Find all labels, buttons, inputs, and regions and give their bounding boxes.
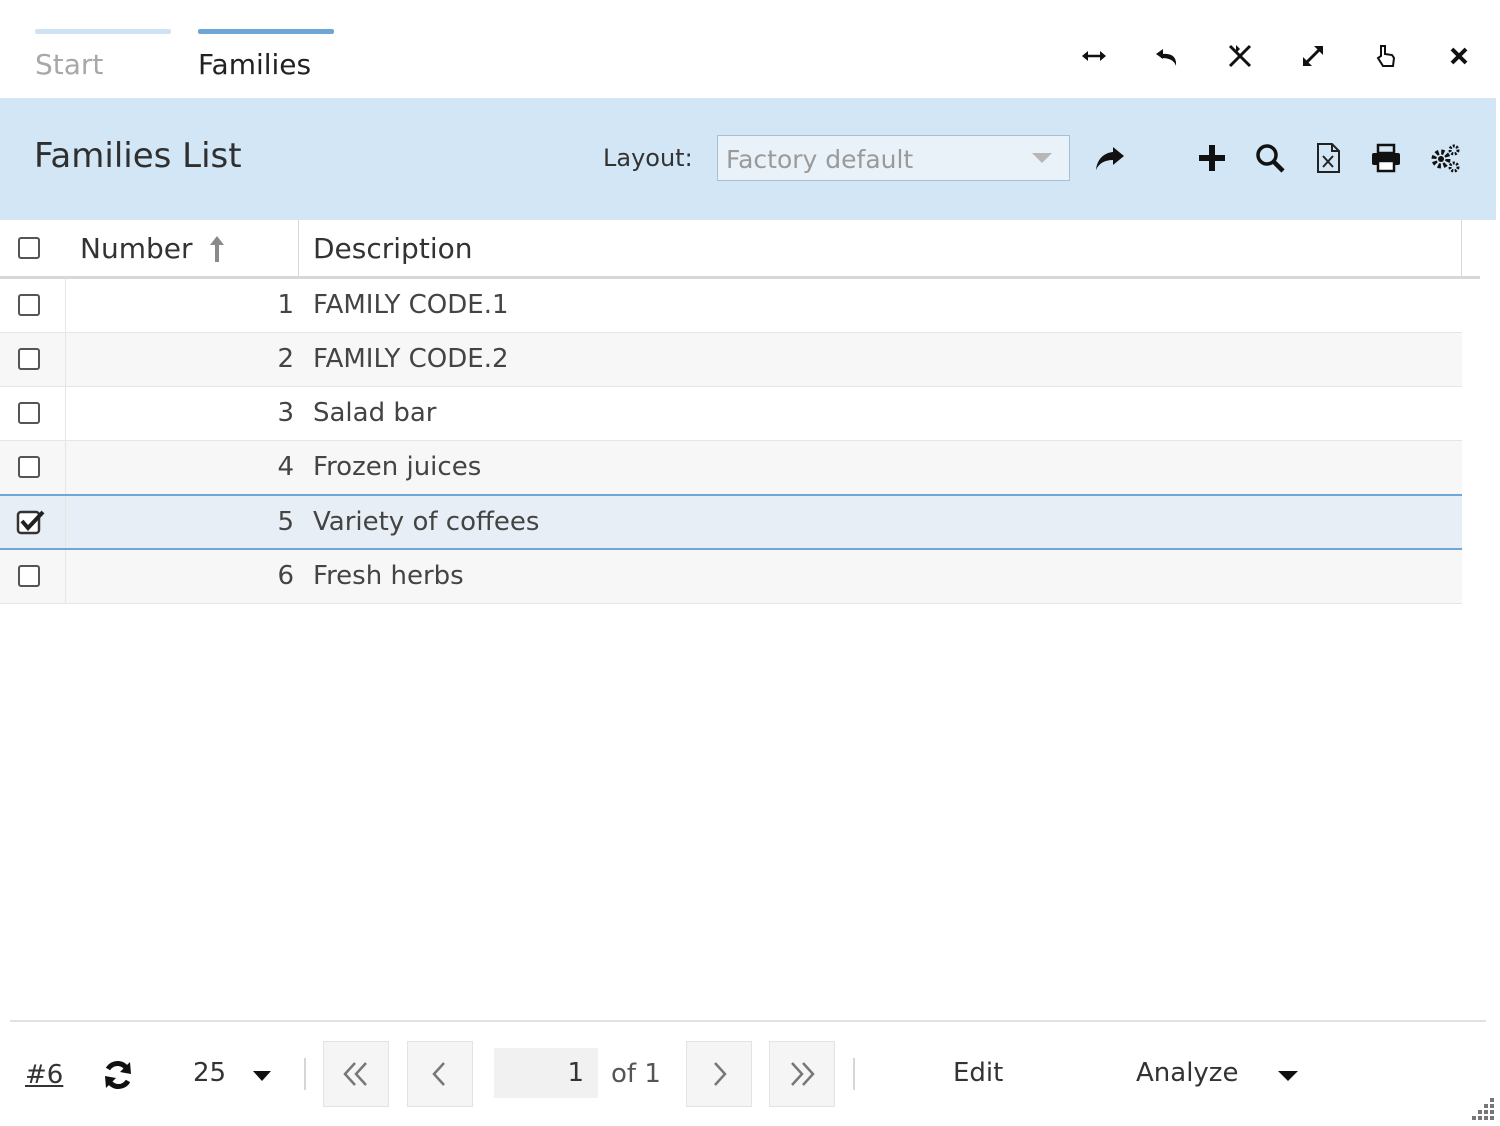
cell-description: FAMILY CODE.2 [313,344,509,374]
table-row[interactable]: 3 Salad bar [0,387,1462,441]
cell-description: FAMILY CODE.1 [313,290,509,320]
undo-icon [1156,49,1177,66]
previous-page-button[interactable] [407,1041,473,1107]
tab-indicator [35,29,171,34]
toolbar-separator [304,1058,306,1090]
column-header-description[interactable]: Description [313,232,472,265]
footer-divider [10,1020,1486,1022]
page-size-value: 25 [193,1058,227,1088]
cell-divider [65,550,66,603]
table-row[interactable]: 4 Frozen juices [0,441,1462,495]
refresh-button[interactable] [98,1055,138,1095]
share-icon [1096,147,1124,170]
grid-header: Number Description [0,220,1480,279]
close-icon [1450,47,1468,65]
tab-start[interactable]: Start [35,29,171,89]
resize-horizontal-icon [1082,51,1106,61]
expand-button[interactable] [1295,38,1331,74]
page-count-label: of 1 [611,1059,661,1089]
close-button[interactable] [1441,38,1477,74]
resize-horizontal-button[interactable] [1076,38,1112,74]
page-number-input[interactable] [494,1048,598,1098]
excel-export-icon [1317,143,1340,173]
tab-start-label: Start [35,48,104,81]
refresh-icon [105,1061,131,1089]
caret-down-icon [1277,1059,1299,1089]
families-grid: Number Description 1 FAMILY CODE.1 2 FAM… [0,220,1480,604]
settings-button[interactable] [1423,136,1467,180]
double-chevron-right-icon [791,1062,815,1086]
cell-description: Salad bar [313,398,437,428]
select-all-checkbox[interactable] [18,237,40,259]
column-divider[interactable] [298,220,299,276]
cell-divider [65,333,66,386]
tab-families-label: Families [198,48,312,81]
cell-divider [65,496,66,548]
print-icon [1372,143,1400,173]
cell-description: Frozen juices [313,452,482,482]
cell-number: 5 [277,507,294,537]
layout-select-value: Factory default [726,145,914,174]
toolbar-separator [853,1058,855,1090]
first-page-button[interactable] [323,1041,389,1107]
pointer-icon [1376,45,1396,67]
collapse-button[interactable] [1222,38,1258,74]
table-row-selected[interactable]: 5 Variety of coffees [0,494,1462,550]
double-chevron-left-icon [343,1062,367,1086]
cell-divider [65,279,66,332]
edit-button[interactable]: Edit [953,1058,1003,1088]
cell-number: 6 [277,561,294,591]
tab-families[interactable]: Families [198,29,334,89]
search-icon [1256,144,1285,173]
chevron-down-icon[interactable] [1015,136,1069,180]
list-header: Families List Layout: Factory default [0,98,1496,220]
row-checkbox[interactable] [18,456,40,478]
page-size-select[interactable]: 25 [193,1058,272,1089]
layout-label: Layout: [603,144,693,172]
analyze-dropdown[interactable]: Analyze [1136,1058,1299,1089]
cell-number: 3 [277,398,294,428]
excel-export-button[interactable] [1306,136,1350,180]
next-page-button[interactable] [686,1041,752,1107]
caret-down-icon [252,1059,272,1089]
undo-button[interactable] [1149,38,1185,74]
add-button[interactable] [1190,136,1234,180]
chevron-left-icon [432,1062,445,1086]
share-button[interactable] [1087,136,1131,180]
column-divider [1461,220,1462,276]
print-button[interactable] [1364,136,1408,180]
search-button[interactable] [1248,136,1292,180]
page-title: Families List [34,136,242,176]
collapse-icon [1228,44,1252,68]
cell-number: 1 [277,290,294,320]
cell-description: Fresh herbs [313,561,464,591]
layout-select[interactable]: Factory default [717,135,1070,181]
row-checkbox[interactable] [18,294,40,316]
cell-description: Variety of coffees [313,507,540,537]
tab-indicator-active [198,29,334,34]
row-checkbox-checked[interactable] [16,509,46,535]
table-row[interactable]: 2 FAMILY CODE.2 [0,333,1462,387]
chevron-right-icon [714,1062,727,1086]
sort-ascending-icon[interactable] [208,234,226,264]
row-checkbox[interactable] [18,565,40,587]
cell-divider [65,387,66,440]
row-checkbox[interactable] [18,402,40,424]
cell-number: 2 [277,344,294,374]
resize-grip-icon[interactable] [1470,1096,1496,1122]
pointer-button[interactable] [1368,38,1404,74]
last-page-button[interactable] [769,1041,835,1107]
record-count-link[interactable]: #6 [25,1060,63,1090]
analyze-label: Analyze [1136,1058,1239,1088]
table-row[interactable]: 1 FAMILY CODE.1 [0,279,1462,333]
settings-icon [1431,144,1460,173]
column-header-number[interactable]: Number [80,232,192,265]
expand-icon [1303,46,1323,66]
add-icon [1199,145,1225,171]
cell-number: 4 [277,452,294,482]
cell-divider [65,441,66,494]
row-checkbox[interactable] [18,348,40,370]
table-row[interactable]: 6 Fresh herbs [0,550,1462,604]
